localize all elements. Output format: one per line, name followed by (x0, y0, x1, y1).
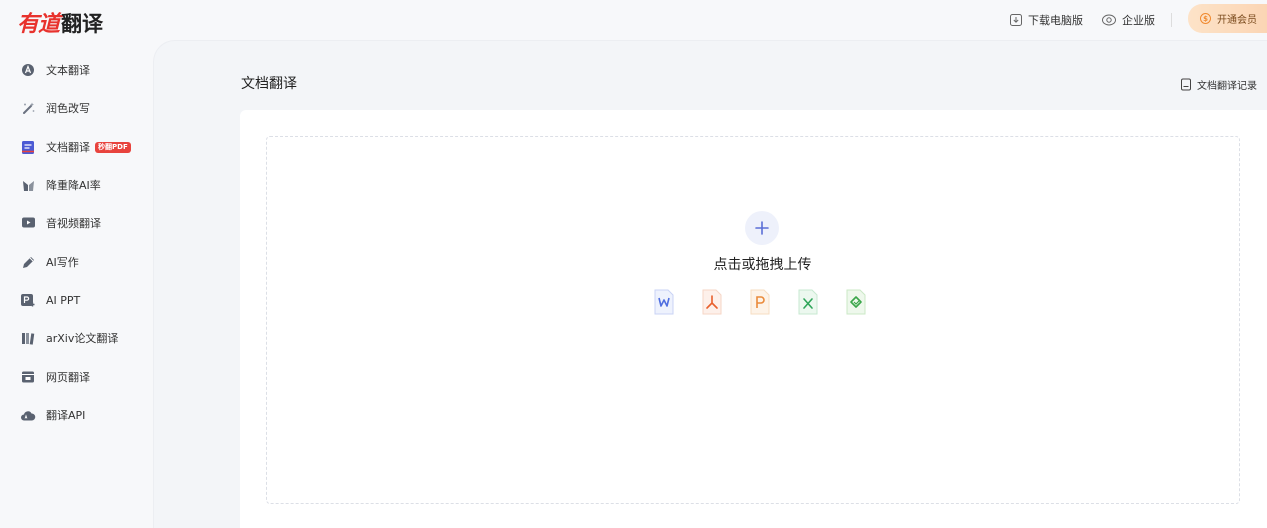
sidebar-item-doc-translate[interactable]: 文档翻译 秒翻PDF (20, 137, 131, 157)
sidebar-item-label: 润色改写 (46, 102, 90, 115)
plus-icon (755, 221, 769, 235)
ppt-file-icon (750, 289, 770, 315)
sidebar-item-label: 音视频翻译 (46, 217, 101, 230)
reduce-icon (20, 177, 36, 193)
sidebar-item-label: arXiv论文翻译 (46, 332, 119, 345)
magic-wand-icon (20, 100, 36, 116)
enterprise-link[interactable]: 企业版 (1101, 11, 1155, 29)
ppt-icon (20, 292, 36, 308)
sidebar-item-web-translate[interactable]: 网页翻译 (20, 367, 90, 387)
sidebar-item-arxiv[interactable]: arXiv论文翻译 (20, 328, 118, 348)
text-translate-icon (20, 62, 36, 78)
sidebar-item-text-translate[interactable]: 文本翻译 (20, 60, 90, 80)
vip-coin-icon: $ (1200, 13, 1211, 24)
sidebar-item-label: 文档翻译 (46, 141, 90, 154)
epub-file-icon (846, 289, 866, 315)
logo-product-text: 翻译 (61, 12, 104, 36)
sidebar-item-label: 文本翻译 (46, 64, 90, 77)
sidebar-item-reduce-ai[interactable]: 降重降AI率 (20, 175, 101, 195)
doc-translate-history-link[interactable]: 文档翻译记录 (1180, 77, 1257, 92)
sidebar-item-label: 网页翻译 (46, 371, 90, 384)
video-icon (20, 215, 36, 231)
history-label: 文档翻译记录 (1197, 81, 1257, 92)
upload-hint-text: 点击或拖拽上传 (713, 257, 812, 273)
sidebar-item-label: 翻译API (46, 409, 86, 422)
history-doc-icon (1181, 78, 1191, 91)
top-header: 有道 翻译 下载电脑版 企业版 $ 开通会员 (0, 0, 1267, 40)
header-divider (1171, 13, 1172, 27)
sidebar-item-av-translate[interactable]: 音视频翻译 (20, 213, 101, 233)
upload-plus-button[interactable] (745, 211, 779, 245)
books-icon (20, 330, 36, 346)
youdao-logo[interactable]: 有道 翻译 (17, 6, 103, 37)
pdf-badge: 秒翻PDF (95, 141, 131, 153)
enterprise-icon (1102, 14, 1116, 26)
excel-file-icon (798, 289, 818, 315)
download-label: 下载电脑版 (1028, 14, 1083, 27)
sidebar-item-polish[interactable]: 润色改写 (20, 98, 90, 118)
download-desktop-link[interactable]: 下载电脑版 (1009, 11, 1083, 29)
sidebar-item-label: 降重降AI率 (46, 179, 101, 192)
page-title: 文档翻译 (241, 76, 297, 92)
pdf-file-icon (702, 289, 722, 315)
sidebar-item-label: AI写作 (46, 256, 79, 269)
vip-label: 开通会员 (1217, 15, 1257, 26)
file-dropzone[interactable] (266, 136, 1240, 504)
webpage-icon (20, 369, 36, 385)
pen-icon (20, 254, 36, 270)
download-icon (1010, 14, 1022, 26)
sidebar-item-ai-ppt[interactable]: AI PPT (20, 290, 80, 310)
logo-brand-text: 有道 (17, 12, 60, 37)
word-file-icon (654, 289, 674, 315)
document-icon (20, 139, 36, 155)
sidebar-item-label: AI PPT (46, 293, 81, 307)
api-cloud-icon (20, 407, 36, 423)
sidebar-item-translate-api[interactable]: 翻译API (20, 405, 85, 425)
enterprise-label: 企业版 (1122, 14, 1155, 27)
sidebar-item-ai-writing[interactable]: AI写作 (20, 252, 79, 272)
open-vip-button[interactable]: $ 开通会员 (1188, 4, 1267, 33)
